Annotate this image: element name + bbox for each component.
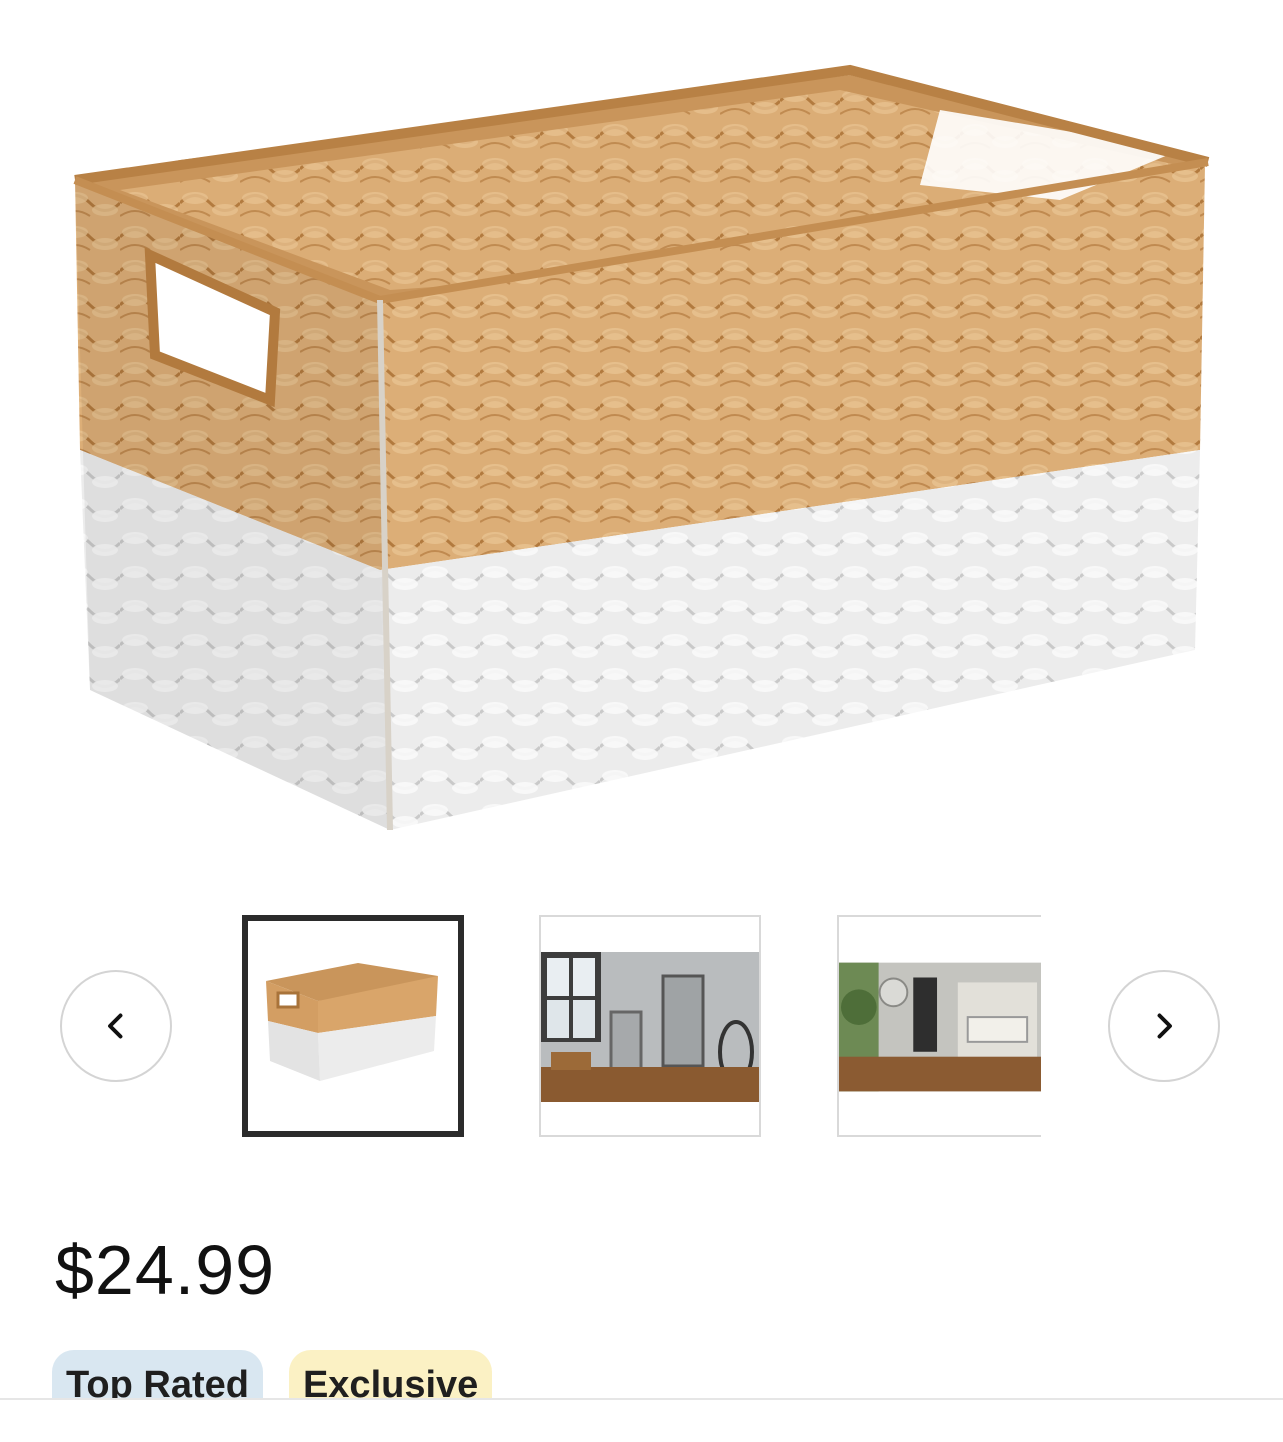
thumbnail-3[interactable] (837, 915, 1041, 1137)
product-main-image[interactable] (60, 50, 1220, 850)
thumbnail-1[interactable] (242, 915, 464, 1137)
carousel-prev-button[interactable] (60, 970, 172, 1082)
chevron-right-icon (1157, 1013, 1172, 1039)
bottom-divider (0, 1398, 1283, 1442)
chevron-left-icon (108, 1013, 123, 1039)
carousel-next-button[interactable] (1108, 970, 1220, 1082)
thumbnail-2[interactable] (539, 915, 761, 1137)
image-carousel (0, 900, 1283, 1160)
product-price: $24.99 (55, 1231, 276, 1309)
